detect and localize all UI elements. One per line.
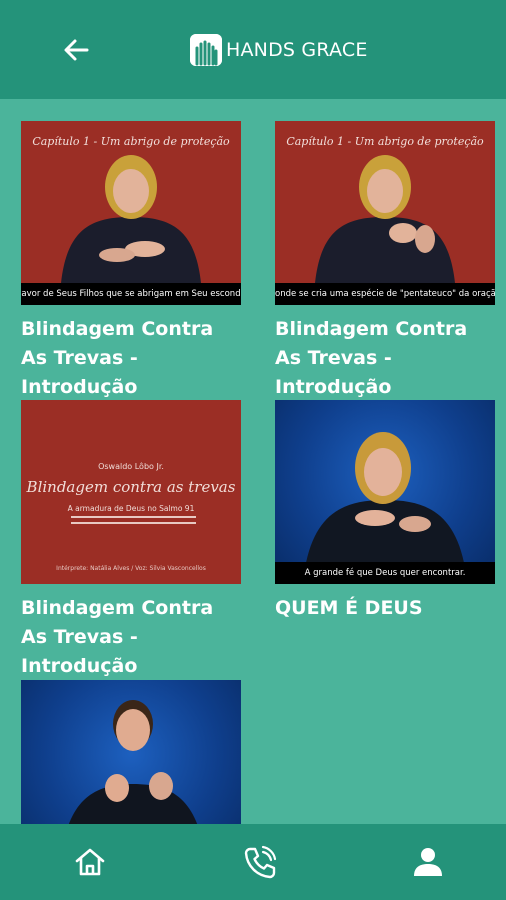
- nav-profile-button[interactable]: [408, 842, 448, 882]
- decorative-lines: [71, 516, 196, 528]
- video-title[interactable]: Blindagem Contra As Trevas - Introdução: [275, 315, 495, 402]
- video-card[interactable]: Capítulo 1 - Um abrigo de proteção onde …: [275, 121, 495, 402]
- nav-home-button[interactable]: [70, 842, 110, 882]
- thumbnail-credits: Intérprete: Natália Alves / Voz: Silvia …: [56, 565, 206, 572]
- video-card[interactable]: A grande fé que Deus quer encontrar. QUE…: [275, 400, 495, 623]
- bottom-navigation: [0, 824, 506, 900]
- top-app-bar: HANDS GRACE: [0, 0, 506, 99]
- video-caption: avor de Seus Filhos que se abrigam em Se…: [21, 283, 241, 305]
- video-title[interactable]: QUEM É DEUS: [275, 594, 495, 623]
- video-thumbnail[interactable]: Oswaldo Lôbo Jr. Blindagem contra as tre…: [21, 400, 241, 584]
- back-button[interactable]: [60, 34, 92, 66]
- arrow-left-icon: [64, 39, 89, 61]
- video-title[interactable]: Blindagem Contra As Trevas - Introdução: [21, 315, 241, 402]
- video-card[interactable]: Capítulo 1 - Um abrigo de proteção avor …: [21, 121, 241, 402]
- video-title[interactable]: Blindagem Contra As Trevas - Introdução: [21, 594, 241, 681]
- home-icon: [75, 848, 105, 876]
- user-icon: [414, 848, 442, 876]
- phone-icon: [244, 845, 277, 879]
- hands-logo-icon: [190, 34, 222, 66]
- interpreter-figure: [61, 155, 201, 283]
- video-thumbnail[interactable]: Capítulo 1 - Um abrigo de proteção avor …: [21, 121, 241, 305]
- video-caption: A grande fé que Deus quer encontrar.: [275, 562, 495, 584]
- brand: HANDS GRACE: [190, 33, 368, 67]
- interpreter-figure: [305, 432, 465, 568]
- thumbnail-author: Oswaldo Lôbo Jr.: [98, 462, 164, 471]
- brand-name: HANDS GRACE: [226, 39, 368, 61]
- interpreter-figure: [315, 155, 455, 283]
- thumbnail-heading: Blindagem contra as trevas: [26, 478, 236, 496]
- thumbnail-subtitle: A armadura de Deus no Salmo 91: [67, 504, 195, 513]
- video-thumbnail[interactable]: Capítulo 1 - Um abrigo de proteção onde …: [275, 121, 495, 305]
- video-caption: onde se cria uma espécie de "pentateuco"…: [275, 283, 495, 305]
- nav-phone-button[interactable]: [240, 842, 280, 882]
- video-thumbnail[interactable]: A grande fé que Deus quer encontrar.: [275, 400, 495, 584]
- video-card[interactable]: Oswaldo Lôbo Jr. Blindagem contra as tre…: [21, 400, 241, 681]
